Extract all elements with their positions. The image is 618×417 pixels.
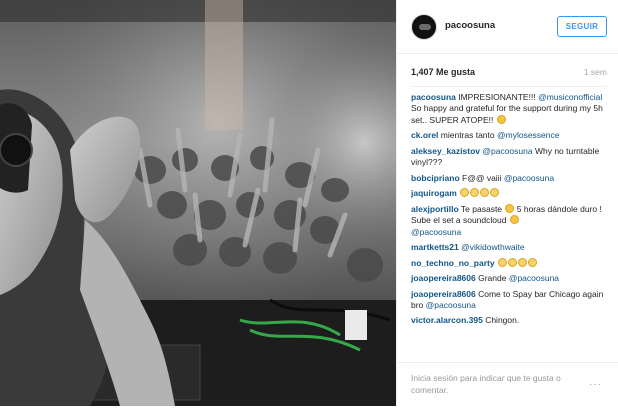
comment-username[interactable]: joaopereira8606 (411, 289, 476, 299)
post-age[interactable]: 1 sem (584, 67, 607, 77)
comment-username[interactable]: martketts21 (411, 242, 459, 252)
comment-mention[interactable]: @pacoosuna (509, 273, 559, 283)
comment-item: joaopereira8606 Grande @pacoosuna (411, 273, 611, 284)
header-username[interactable]: pacoosuna (445, 20, 495, 31)
comment-username[interactable]: no_techno_no_party (411, 258, 495, 268)
comment-text: Te pasaste (458, 203, 505, 214)
post-sidebar: pacoosuna SEGUIR 1,407 Me gusta 1 sem pa… (396, 0, 618, 406)
caption-text: IMPRESIONANTE!!! (455, 92, 539, 102)
comment-item: alexjportillo Te pasaste 5 horas dándole… (411, 203, 611, 238)
comment-item: no_techno_no_party (411, 257, 611, 269)
more-options-icon[interactable]: ··· (589, 379, 602, 390)
caption-mention[interactable]: @musiconofficial (538, 92, 602, 102)
instagram-post: pacoosuna SEGUIR 1,407 Me gusta 1 sem pa… (0, 0, 618, 417)
emoji-icon (497, 257, 507, 267)
comments-list: pacoosuna IMPRESIONANTE!!! @musiconoffic… (411, 92, 611, 331)
comment-text: F@@ vaiii (459, 172, 504, 183)
post-photo[interactable] (0, 0, 396, 406)
comment-mention[interactable]: @pacoosuna (504, 173, 554, 183)
likes-count[interactable]: 1,407 Me gusta (411, 67, 475, 77)
comment-username[interactable]: jaquirogam (411, 188, 457, 198)
comment-username[interactable]: aleksey_kazistov (411, 146, 480, 156)
post-header: pacoosuna SEGUIR (397, 0, 618, 54)
comment-text (495, 258, 497, 268)
comment-username[interactable]: ck.orel (411, 130, 438, 140)
emoji-icon (517, 257, 527, 267)
post-footer: Inicia sesión para indicar que te gusta … (397, 362, 618, 406)
comment-item: victor.alarcon.395 Chingon. (411, 315, 611, 326)
follow-button[interactable]: SEGUIR (557, 16, 607, 37)
comment-text: mientras tanto (438, 130, 497, 141)
comment-text (457, 188, 459, 198)
comment-item: jaquirogam (411, 188, 611, 199)
dj-crowd-image (0, 0, 396, 406)
comment-username[interactable]: bobcipriano (411, 173, 460, 183)
post-stats: 1,407 Me gusta 1 sem (411, 67, 607, 81)
comment-item: aleksey_kazistov @pacoosuna Why no turnt… (411, 146, 611, 169)
comment-item: bobcipriano F@@ vaiii @pacoosuna (411, 173, 611, 184)
comment-username[interactable]: victor.alarcon.395 (411, 315, 483, 325)
profile-avatar[interactable] (411, 14, 437, 40)
emoji-icon (496, 114, 506, 124)
emoji-icon (490, 188, 500, 198)
emoji-icon (470, 188, 480, 198)
comment-mention[interactable]: @pacoosuna (426, 300, 476, 310)
comment-mention[interactable]: @pacoosuna (482, 146, 532, 156)
page-bottom-margin (0, 406, 618, 417)
comment-mention[interactable]: @pacoosuna (411, 227, 461, 237)
comment-mention[interactable]: @mylosessence (497, 130, 559, 140)
emoji-icon (507, 257, 517, 267)
comment-username[interactable]: joaopereira8606 (411, 273, 476, 283)
emoji-icon (527, 257, 537, 267)
comment-item: ck.orel mientras tanto @mylosessence (411, 130, 611, 141)
comment-text: Grande (475, 273, 509, 284)
comment-username[interactable]: alexjportillo (411, 204, 459, 214)
comment-mention[interactable]: @vikidowthwaite (461, 242, 524, 252)
comment-item: martketts21 @vikidowthwaite (411, 242, 611, 253)
comment-text: Chingon. (482, 315, 520, 326)
caption-text-2: So happy and grateful for the support du… (411, 103, 603, 125)
caption: pacoosuna IMPRESIONANTE!!! @musiconoffic… (411, 92, 611, 126)
emoji-icon (460, 188, 470, 198)
avatar-logo-icon (419, 24, 431, 30)
login-prompt[interactable]: Inicia sesión para indicar que te gusta … (411, 373, 581, 396)
emoji-icon (480, 188, 490, 198)
comment-item: joaopereira8606 Come to Spay bar Chicago… (411, 289, 611, 312)
emoji-icon (509, 215, 519, 225)
divider (411, 86, 607, 87)
caption-username[interactable]: pacoosuna (411, 92, 456, 102)
